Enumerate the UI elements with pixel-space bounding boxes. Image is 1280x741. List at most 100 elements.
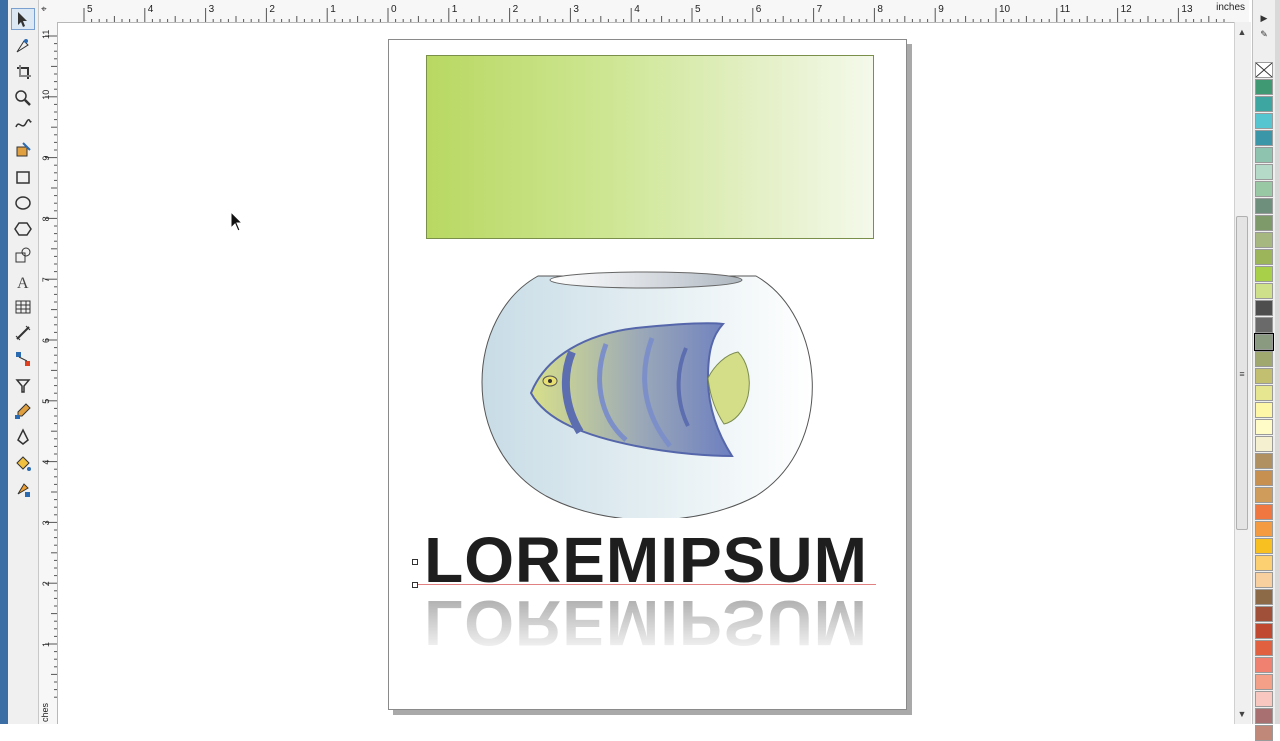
color-palette: ▶ ✎ xyxy=(1252,0,1280,741)
color-swatch[interactable] xyxy=(1255,725,1273,741)
color-swatch[interactable] xyxy=(1255,623,1273,639)
color-swatch[interactable] xyxy=(1255,232,1273,248)
palette-scroll-right-icon[interactable]: ▶ xyxy=(1257,12,1271,24)
palette-eyedropper-icon[interactable]: ✎ xyxy=(1257,28,1271,40)
no-fill-icon xyxy=(1255,62,1273,78)
interactive-fill-tool-icon[interactable] xyxy=(11,478,35,500)
blend-tool-icon[interactable] xyxy=(11,375,35,397)
ruler-tick-label: 1 xyxy=(41,642,51,647)
polygon-tool-icon[interactable] xyxy=(11,218,35,240)
color-swatch[interactable] xyxy=(1255,674,1273,690)
color-swatch[interactable] xyxy=(1255,521,1273,537)
ruler-tick-label: 4 xyxy=(634,4,640,15)
ruler-tick-label: 6 xyxy=(41,338,51,343)
color-swatch[interactable] xyxy=(1255,487,1273,503)
ruler-tick-label: 10 xyxy=(41,90,51,100)
table-tool-icon[interactable] xyxy=(11,296,35,318)
crop-tool-icon[interactable] xyxy=(11,61,35,83)
color-swatch[interactable] xyxy=(1255,453,1273,469)
color-swatch[interactable] xyxy=(1255,572,1273,588)
no-color-swatch[interactable] xyxy=(1255,62,1273,78)
ruler-tick-label: 7 xyxy=(41,277,51,282)
zoom-tool-icon[interactable] xyxy=(11,87,35,109)
ruler-tick-label: 3 xyxy=(573,4,579,15)
smart-fill-tool-icon[interactable] xyxy=(11,139,35,161)
color-swatch[interactable] xyxy=(1255,419,1273,435)
color-swatch[interactable] xyxy=(1255,606,1273,622)
color-swatch[interactable] xyxy=(1255,147,1273,163)
ellipse-tool-icon[interactable] xyxy=(11,192,35,214)
fish-pupil xyxy=(548,379,552,383)
color-swatch[interactable] xyxy=(1255,436,1273,452)
svg-text:A: A xyxy=(17,275,29,290)
color-swatch[interactable] xyxy=(1255,640,1273,656)
color-swatch[interactable] xyxy=(1255,113,1273,129)
color-swatch[interactable] xyxy=(1255,215,1273,231)
pick-tool-icon[interactable] xyxy=(11,8,35,30)
horizontal-ruler[interactable]: 5 4 3 2 1 0 1 2 3 4 5 6 7 8 9 10 11 12 13 inches xyxy=(39,0,1249,23)
basic-shapes-tool-icon[interactable] xyxy=(11,244,35,266)
palette-scroll-strip[interactable] xyxy=(1275,0,1280,724)
color-swatch[interactable] xyxy=(1255,504,1273,520)
color-swatch[interactable] xyxy=(1255,317,1273,333)
fishbowl-illustration[interactable] xyxy=(476,256,818,518)
ruler-tick-label: 2 xyxy=(269,4,275,15)
ruler-tick-label: 11 xyxy=(1060,4,1071,15)
color-swatch[interactable] xyxy=(1255,79,1273,95)
color-swatch[interactable] xyxy=(1255,198,1273,214)
drawing-canvas[interactable]: LOREMIPSUM LOREMIPSUM xyxy=(58,23,1234,724)
ruler-origin-icon[interactable]: ⌖ xyxy=(41,4,47,15)
dimension-tool-icon[interactable] xyxy=(11,322,35,344)
ruler-tick-label: 5 xyxy=(695,4,701,15)
text-node-handle[interactable] xyxy=(412,559,418,565)
color-swatch[interactable] xyxy=(1255,657,1273,673)
color-swatch[interactable] xyxy=(1255,385,1273,401)
eyedropper-tool-icon[interactable] xyxy=(11,400,35,422)
shape-tool-icon[interactable] xyxy=(11,35,35,57)
ruler-tick-label: 6 xyxy=(756,4,762,15)
color-swatch[interactable] xyxy=(1255,538,1273,554)
reflection-text: LOREMIPSUM xyxy=(424,588,868,659)
gradient-rectangle[interactable] xyxy=(426,55,874,239)
color-swatch[interactable] xyxy=(1255,300,1273,316)
ruler-tick-label: 9 xyxy=(41,156,51,161)
color-swatch[interactable] xyxy=(1255,266,1273,282)
ruler-tick-label: 0 xyxy=(391,4,397,15)
text-baseline xyxy=(416,584,876,585)
color-swatch[interactable] xyxy=(1255,470,1273,486)
color-swatch[interactable] xyxy=(1255,691,1273,707)
text-tool-icon[interactable]: A xyxy=(11,270,35,292)
color-swatch[interactable] xyxy=(1255,555,1273,571)
mouse-cursor-icon xyxy=(230,211,244,232)
scroll-up-arrow-icon[interactable]: ▲ xyxy=(1236,26,1248,38)
ruler-tick-label: 8 xyxy=(877,4,883,15)
color-swatch[interactable] xyxy=(1255,181,1273,197)
ruler-tick-label: 2 xyxy=(513,4,519,15)
title-reflection[interactable]: LOREMIPSUM xyxy=(416,588,876,678)
ruler-tick-label: 9 xyxy=(938,4,944,15)
color-swatch[interactable] xyxy=(1255,283,1273,299)
ruler-units-label: inches xyxy=(1216,2,1245,13)
rectangle-tool-icon[interactable] xyxy=(11,166,35,188)
connector-tool-icon[interactable] xyxy=(11,348,35,370)
freehand-tool-icon[interactable] xyxy=(11,113,35,135)
vertical-ruler[interactable]: 11 10 9 8 7 6 5 4 3 2 1 ches xyxy=(39,22,58,724)
scroll-down-arrow-icon[interactable]: ▼ xyxy=(1236,708,1248,720)
fill-tool-icon[interactable] xyxy=(11,452,35,474)
color-swatch[interactable] xyxy=(1255,589,1273,605)
color-swatch[interactable] xyxy=(1255,249,1273,265)
text-node-handle[interactable] xyxy=(412,582,418,588)
ruler-tick-label: 1 xyxy=(452,4,458,15)
color-swatch[interactable] xyxy=(1255,130,1273,146)
color-swatch[interactable] xyxy=(1255,96,1273,112)
color-swatch[interactable] xyxy=(1255,164,1273,180)
ruler-tick-label: 8 xyxy=(41,216,51,221)
color-swatch[interactable] xyxy=(1255,368,1273,384)
document-page[interactable]: LOREMIPSUM LOREMIPSUM xyxy=(388,39,907,710)
color-swatch[interactable] xyxy=(1255,402,1273,418)
color-swatch[interactable] xyxy=(1254,333,1274,351)
ruler-tick-label: 13 xyxy=(1181,4,1193,15)
outline-pen-tool-icon[interactable] xyxy=(11,426,35,448)
color-swatch[interactable] xyxy=(1255,708,1273,724)
color-swatch[interactable] xyxy=(1255,351,1273,367)
